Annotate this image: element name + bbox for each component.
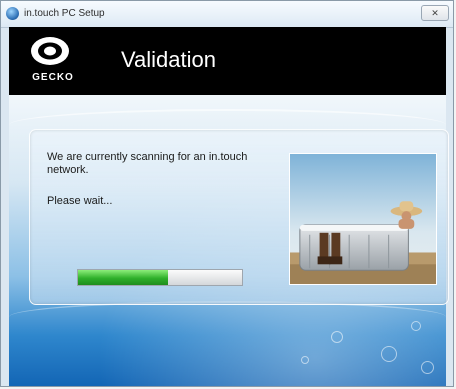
bubble-decoration xyxy=(411,321,421,331)
window-title: in.touch PC Setup xyxy=(24,8,105,19)
bubble-decoration xyxy=(421,361,434,374)
hot-tub-photo xyxy=(289,153,437,285)
progress-fill xyxy=(78,270,169,285)
gecko-logo-icon xyxy=(31,37,69,65)
close-icon: ✕ xyxy=(431,8,439,18)
wait-message: Please wait... xyxy=(47,195,113,207)
wave-decoration xyxy=(9,301,446,333)
bubble-decoration xyxy=(381,346,397,362)
page-title: Validation xyxy=(121,47,216,72)
scanning-message: We are currently scanning for an in.touc… xyxy=(47,151,248,176)
bubble-decoration xyxy=(331,331,343,343)
close-button[interactable]: ✕ xyxy=(421,5,449,21)
progress-bar xyxy=(77,269,243,286)
title-bar[interactable]: in.touch PC Setup ✕ xyxy=(1,1,453,28)
logo-text: GECKO xyxy=(32,72,74,83)
setup-window: in.touch PC Setup ✕ GECKO Validation We … xyxy=(0,0,454,387)
bubble-decoration xyxy=(301,356,309,364)
app-globe-icon xyxy=(6,7,19,20)
header-banner: GECKO Validation xyxy=(9,27,446,95)
